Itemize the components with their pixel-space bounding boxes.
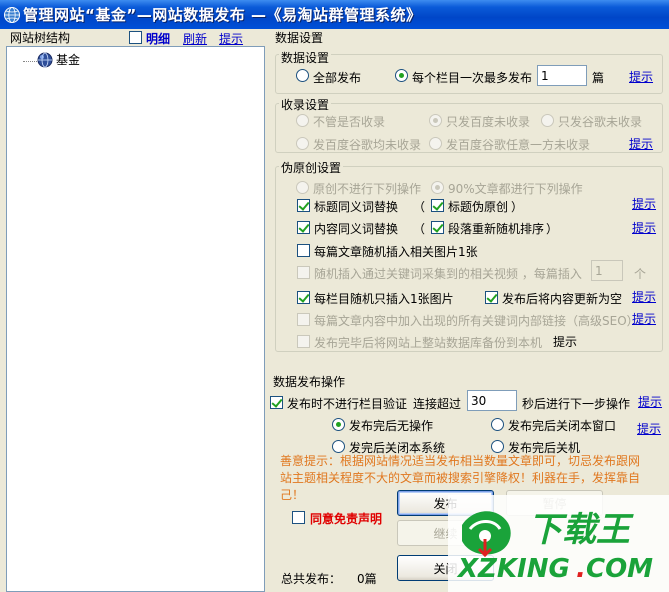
seconds-after-label: 秒后进行下一步操作 (522, 397, 631, 411)
detail-checkbox[interactable] (129, 31, 142, 44)
per-column-label: 每个栏目一次最多发布 (412, 71, 533, 85)
pseudo-tip-link-2[interactable]: 提示 (632, 219, 656, 236)
internal-links-checkbox[interactable] (297, 313, 310, 326)
detail-label[interactable]: 明细 (146, 30, 170, 47)
paren-open-1: （ (413, 200, 426, 214)
no-verify-label: 发布时不进行栏目验证 (287, 397, 408, 411)
pseudo-tip-link-1[interactable]: 提示 (632, 195, 656, 212)
tree-node-jijin[interactable]: 基金 (56, 51, 80, 68)
total-label: 总共发布： (281, 572, 342, 586)
no-verify-checkbox[interactable] (270, 396, 283, 409)
index-any-label: 不管是否收录 (313, 115, 386, 129)
index-baidu-radio[interactable] (429, 114, 442, 127)
after-close-window-radio[interactable] (491, 418, 504, 431)
agree-disclaimer-checkbox[interactable] (292, 511, 305, 524)
index-settings-tip-link[interactable]: 提示 (629, 135, 653, 152)
publish-tip-link-2[interactable]: 提示 (637, 420, 661, 437)
svg-text:XZKING: XZKING (456, 554, 570, 584)
svg-text:下载王: 下载王 (528, 510, 634, 550)
update-after-checkbox[interactable] (485, 291, 498, 304)
index-both-label: 发百度谷歌均未收录 (313, 138, 422, 152)
tree-tip-link[interactable]: 提示 (219, 30, 243, 47)
index-both-radio[interactable] (296, 137, 309, 150)
after-close-window-label: 发布完后关闭本窗口 (508, 419, 617, 433)
svg-text:COM: COM (586, 554, 653, 584)
para-shuffle-checkbox[interactable] (431, 221, 444, 234)
connect-over-label: 连接超过 (413, 397, 462, 411)
xzking-watermark: 下载王 XZKING . COM (448, 495, 669, 592)
refresh-link[interactable]: 刷新 (183, 30, 207, 47)
index-settings-title: 收录设置 (279, 96, 332, 113)
title-synonym-label: 标题同义词替换 (314, 200, 399, 214)
one-image-label: 每栏目随机只插入1张图片 (314, 292, 454, 306)
paren-close-1: ） (511, 200, 524, 214)
pseudo-none-radio[interactable] (296, 181, 309, 194)
total-value: 0篇 (357, 572, 377, 586)
pseudo-ninety-radio[interactable] (431, 181, 444, 194)
tree-header: 网站树结构 (10, 31, 71, 45)
settings-header: 数据设置 (275, 31, 324, 45)
per-column-radio[interactable] (395, 69, 408, 82)
pseudo-tip-link-3[interactable]: 提示 (632, 288, 656, 305)
title-pseudo-label: 标题伪原创 (448, 200, 509, 214)
index-google-label: 只发谷歌未收录 (558, 115, 643, 129)
title-pseudo-checkbox[interactable] (431, 199, 444, 212)
title-synonym-checkbox[interactable] (297, 199, 310, 212)
pseudo-tip-link-4[interactable]: 提示 (632, 310, 656, 327)
pseudo-none-label: 原创不进行下列操作 (313, 182, 422, 196)
publish-tip-link-1[interactable]: 提示 (638, 393, 662, 410)
all-publish-label: 全部发布 (313, 71, 362, 85)
pseudo-original-title: 伪原创设置 (279, 159, 344, 176)
video-count-input[interactable]: 1 (591, 260, 623, 281)
after-none-label: 发布完后无操作 (349, 419, 434, 433)
agree-disclaimer-label[interactable]: 同意免责声明 (310, 510, 382, 527)
all-publish-radio[interactable] (296, 69, 309, 82)
index-either-label: 发百度谷歌任意一方未收录 (446, 138, 591, 152)
insert-video-checkbox[interactable] (297, 266, 310, 279)
insert-video-label: 随机插入通过关键词采集到的相关视频 ，每篇插入 (314, 267, 582, 281)
seconds-input[interactable]: 30 (467, 390, 517, 411)
after-shutdown-radio[interactable] (491, 440, 504, 453)
after-none-radio[interactable] (332, 418, 345, 431)
unit-label: 篇 (592, 71, 605, 85)
per-column-input[interactable]: 1 (537, 65, 587, 86)
publish-section-title: 数据发布操作 (273, 375, 346, 389)
insert-image-checkbox[interactable] (297, 244, 310, 257)
index-any-radio[interactable] (296, 114, 309, 127)
paren-close-2: ） (546, 222, 559, 236)
index-baidu-label: 只发百度未收录 (446, 115, 531, 129)
data-settings-tip-link[interactable]: 提示 (629, 68, 653, 85)
pseudo-ninety-label: 90%文章都进行下列操作 (448, 182, 583, 196)
svg-text:.: . (576, 554, 586, 584)
pseudo-tip-text[interactable]: 提示 (553, 333, 577, 350)
index-either-radio[interactable] (429, 137, 442, 150)
update-after-label: 发布后将内容更新为空 (502, 292, 623, 306)
globe-app-icon (3, 6, 21, 24)
one-image-checkbox[interactable] (297, 291, 310, 304)
globe-icon (37, 52, 53, 68)
site-tree[interactable]: 基金 (6, 46, 265, 592)
insert-image-label: 每篇文章随机插入相关图片1张 (314, 245, 478, 259)
paren-open-2: （ (413, 222, 426, 236)
backup-db-checkbox[interactable] (297, 335, 310, 348)
para-shuffle-label: 段落重新随机排序 (448, 222, 545, 236)
internal-links-label: 每篇文章内容中加入出现的所有关键词内部链接（高级SEO） (314, 314, 639, 328)
data-settings-title: 数据设置 (279, 49, 332, 66)
index-google-radio[interactable] (541, 114, 554, 127)
video-unit-label: 个 (634, 267, 647, 281)
content-synonym-label: 内容同义词替换 (314, 222, 399, 236)
window-title: 管理网站“基金”—网站数据发布 —《易淘站群管理系统》 (23, 6, 422, 24)
after-close-system-radio[interactable] (332, 440, 345, 453)
title-bar: 管理网站“基金”—网站数据发布 —《易淘站群管理系统》 (0, 0, 669, 29)
content-synonym-checkbox[interactable] (297, 221, 310, 234)
backup-db-label: 发布完毕后将网站上整站数据库备份到本机 (314, 336, 543, 350)
